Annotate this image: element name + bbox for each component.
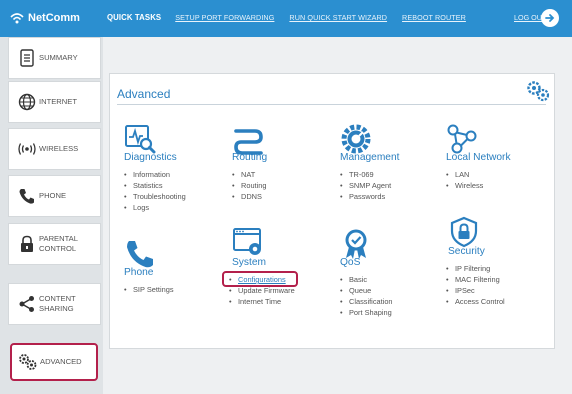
- routing-list: NAT Routing DDNS: [232, 169, 266, 202]
- page-title: Advanced: [117, 87, 171, 101]
- quick-tasks-label: QUICK TASKS: [107, 13, 162, 22]
- gears-icon: [18, 352, 38, 372]
- sidebar-item-advanced[interactable]: ADVANCED: [10, 343, 98, 381]
- qos-list: Basic Queue Classification Port Shaping: [340, 274, 393, 318]
- phone-handset-icon: [127, 241, 153, 268]
- wifi-logo-icon: [10, 13, 24, 24]
- list-item[interactable]: MAC Filtering: [446, 274, 505, 285]
- list-item[interactable]: TR-069: [340, 169, 391, 180]
- sidebar-item-label: INTERNET: [39, 97, 77, 106]
- brand-name: NetComm: [28, 12, 80, 24]
- system-title[interactable]: System: [232, 257, 266, 268]
- qos-badge-icon: [345, 229, 367, 259]
- list-item[interactable]: IPSec: [446, 285, 505, 296]
- sidebar-item-label: WIRELESS: [39, 144, 79, 153]
- management-list: TR-069 SNMP Agent Passwords: [340, 169, 391, 202]
- list-item[interactable]: Port Shaping: [340, 307, 393, 318]
- sidebar-item-wireless[interactable]: WIRELESS: [8, 128, 101, 170]
- setup-port-forwarding-link[interactable]: SETUP PORT FORWARDING: [175, 13, 274, 22]
- list-item[interactable]: SNMP Agent: [340, 180, 391, 191]
- local-network-icon: [447, 124, 477, 154]
- list-item[interactable]: IP Filtering: [446, 263, 505, 274]
- logout-icon[interactable]: [541, 9, 559, 27]
- sidebar-item-label: SUMMARY: [39, 53, 78, 62]
- sidebar-item-label: ADVANCED: [40, 357, 82, 366]
- qos-title[interactable]: QoS: [340, 257, 360, 268]
- diagnostics-list: Information Statistics Troubleshooting L…: [124, 169, 186, 213]
- wireless-icon: [17, 139, 37, 159]
- sidebar-item-internet[interactable]: INTERNET: [8, 81, 101, 123]
- list-item[interactable]: Classification: [340, 296, 393, 307]
- reboot-router-link[interactable]: REBOOT ROUTER: [402, 13, 466, 22]
- list-item[interactable]: Internet Time: [229, 296, 295, 307]
- run-quick-start-wizard-link[interactable]: RUN QUICK START WIZARD: [289, 13, 387, 22]
- sidebar-item-label: PHONE: [39, 191, 67, 200]
- system-window-icon: [233, 228, 261, 255]
- local-network-title[interactable]: Local Network: [446, 152, 511, 163]
- sidebar-item-parental-control[interactable]: PARENTAL CONTROL: [8, 223, 101, 265]
- sidebar-item-summary[interactable]: SUMMARY: [8, 37, 101, 79]
- globe-icon: [17, 92, 37, 112]
- list-item[interactable]: Access Control: [446, 296, 505, 307]
- list-item[interactable]: SIP Settings: [124, 284, 174, 295]
- management-gear-icon: [341, 124, 371, 154]
- lock-icon: [17, 234, 37, 254]
- brand-logo[interactable]: NetComm: [10, 9, 80, 27]
- title-divider: [117, 104, 546, 105]
- list-item[interactable]: Queue: [340, 285, 393, 296]
- list-item[interactable]: Passwords: [340, 191, 391, 202]
- phone-icon: [17, 186, 37, 206]
- list-item[interactable]: Logs: [124, 202, 186, 213]
- list-item[interactable]: Information: [124, 169, 186, 180]
- list-item[interactable]: Routing: [232, 180, 266, 191]
- sidebar-item-label: CONTENT SHARING: [39, 294, 76, 313]
- document-icon: [17, 48, 37, 68]
- list-item[interactable]: LAN: [446, 169, 483, 180]
- quick-tasks-nav: QUICK TASKS SETUP PORT FORWARDING RUN QU…: [107, 13, 481, 22]
- list-item[interactable]: Statistics: [124, 180, 186, 191]
- diagnostics-title[interactable]: Diagnostics: [124, 152, 177, 163]
- gears-icon[interactable]: [526, 80, 550, 102]
- security-title[interactable]: Security: [448, 246, 485, 257]
- list-item[interactable]: DDNS: [232, 191, 266, 202]
- list-item[interactable]: Wireless: [446, 180, 483, 191]
- sidebar-item-label: PARENTAL CONTROL: [39, 234, 78, 253]
- security-list: IP Filtering MAC Filtering IPSec Access …: [446, 263, 505, 307]
- sidebar-item-phone[interactable]: PHONE: [8, 175, 101, 217]
- security-shield-icon: [450, 216, 478, 248]
- phone-list: SIP Settings: [124, 284, 174, 295]
- list-item[interactable]: NAT: [232, 169, 266, 180]
- local-network-list: LAN Wireless: [446, 169, 483, 191]
- share-icon: [17, 294, 37, 314]
- phone-title[interactable]: Phone: [124, 267, 153, 278]
- list-item[interactable]: Basic: [340, 274, 393, 285]
- configurations-highlight: [222, 271, 298, 287]
- list-item[interactable]: Troubleshooting: [124, 191, 186, 202]
- routing-title[interactable]: Routing: [232, 152, 267, 163]
- management-title[interactable]: Management: [340, 152, 399, 163]
- sidebar-item-content-sharing[interactable]: CONTENT SHARING: [8, 283, 101, 325]
